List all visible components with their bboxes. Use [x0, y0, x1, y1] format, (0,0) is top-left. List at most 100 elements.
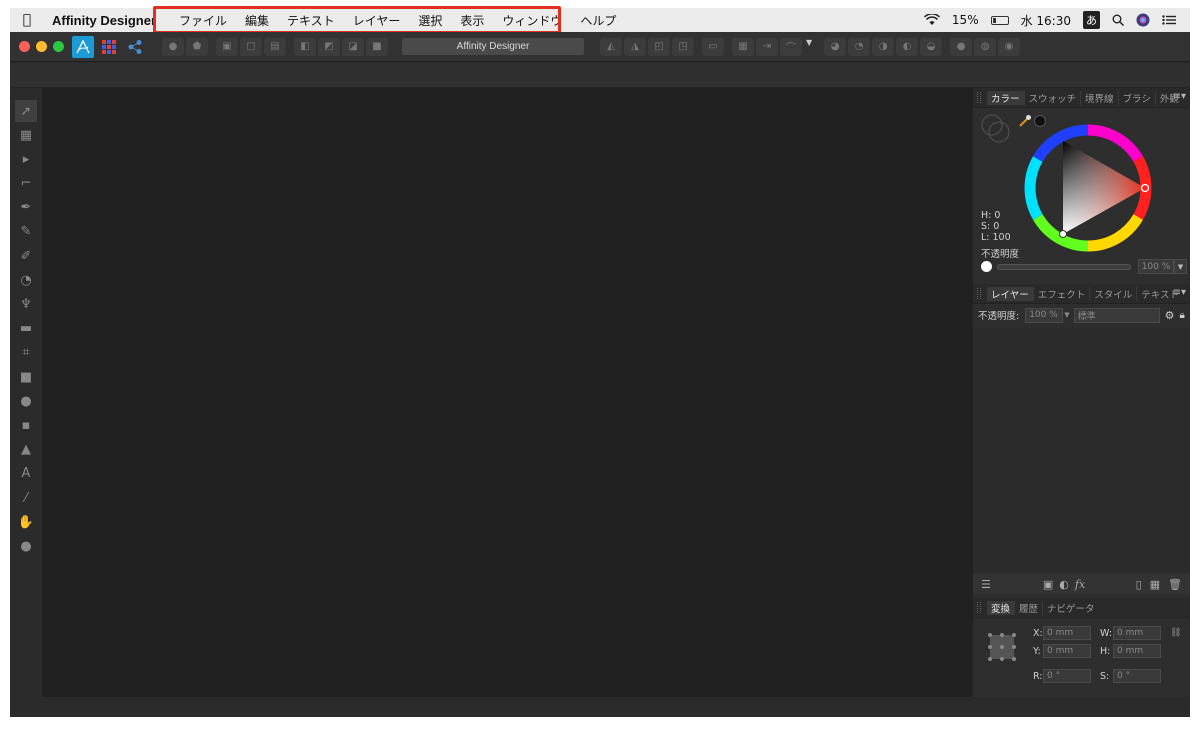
panel-grip-icon[interactable] — [977, 92, 981, 103]
close-window-button[interactable] — [19, 41, 30, 52]
zoom-window-button[interactable] — [53, 41, 64, 52]
menu-edit[interactable]: 編集 — [236, 12, 278, 29]
tab-layers[interactable]: レイヤー — [987, 286, 1034, 301]
tab-styles[interactable]: スタイル — [1090, 286, 1138, 301]
lock-icon[interactable]: 🔒︎ — [1179, 310, 1184, 321]
opacity-slider[interactable] — [997, 264, 1131, 270]
layer-opacity-dropdown-icon[interactable]: ▼ — [1064, 311, 1069, 319]
vector-brush-tool-icon[interactable]: ✐ — [15, 245, 37, 267]
fill-tool-icon[interactable]: ◔ — [15, 269, 37, 291]
delete-layer-icon[interactable]: 🗑︎ — [1168, 578, 1182, 591]
fill-stroke-icon[interactable] — [980, 113, 1012, 145]
designer-persona-icon[interactable] — [72, 35, 94, 58]
menu-view[interactable]: 表示 — [451, 12, 493, 29]
pixel-persona-icon[interactable] — [98, 36, 120, 58]
geometry-combine-icon[interactable]: ◉ — [998, 37, 1021, 56]
h-field[interactable]: 0 mm — [1113, 644, 1161, 658]
s-field[interactable]: 0 ° — [1113, 669, 1161, 683]
node-tool-icon[interactable]: ▸ — [15, 148, 37, 170]
divide-icon[interactable]: ◒ — [920, 37, 943, 56]
flip-vertical-icon[interactable]: ◮ — [624, 37, 646, 56]
battery-icon[interactable] — [990, 15, 1009, 25]
mask-icon[interactable]: ▣ — [1043, 578, 1053, 591]
panel-menu-icon[interactable]: ≡▾ — [1173, 287, 1186, 298]
siri-icon[interactable] — [1136, 13, 1150, 27]
menu-file[interactable]: ファイル — [170, 12, 236, 29]
tab-history[interactable]: 履歴 — [1015, 600, 1044, 615]
opacity-slider-knob[interactable] — [981, 261, 992, 272]
xor-icon[interactable]: ◐ — [896, 37, 919, 56]
menu-text[interactable]: テキスト — [278, 12, 344, 29]
panel-menu-icon[interactable]: ≡▾ — [1173, 91, 1186, 102]
input-method-icon[interactable]: あ — [1083, 11, 1100, 29]
align-icon[interactable]: ▤ — [264, 37, 286, 56]
front-icon[interactable]: ■ — [366, 37, 388, 56]
snapping-dropdown-icon[interactable]: ▼ — [806, 38, 812, 56]
view-tool-icon[interactable]: ✋ — [15, 511, 37, 533]
pen-tool-icon[interactable]: ✒ — [15, 197, 37, 219]
fx-icon[interactable]: fx — [1075, 578, 1085, 591]
snapping-icon[interactable]: ⌒ — [780, 37, 802, 56]
tab-color[interactable]: カラー — [987, 90, 1025, 105]
panel-grip-icon[interactable] — [977, 602, 981, 613]
w-field[interactable]: 0 mm — [1113, 626, 1161, 640]
vector-crop-tool-icon[interactable]: ⌗ — [15, 342, 37, 364]
color-wheel[interactable] — [1024, 124, 1152, 252]
adjustment-icon[interactable]: ◐ — [1059, 578, 1069, 591]
anchor-point-icon[interactable] — [987, 632, 1017, 662]
snap-icon[interactable]: ⇥ — [756, 37, 778, 56]
canvas-area[interactable] — [42, 88, 973, 697]
apple-icon[interactable]:  — [10, 12, 44, 28]
stock-icon[interactable]: ⬟ — [186, 37, 208, 56]
geometry-subtract-icon[interactable]: ◍ — [974, 37, 997, 56]
rounded-rectangle-tool-icon[interactable]: ▪ — [15, 414, 37, 436]
menu-window[interactable]: ウィンドウ — [493, 12, 571, 29]
ellipse-tool-icon[interactable]: ● — [15, 390, 37, 412]
group-icon[interactable]: ▣ — [216, 37, 238, 56]
pencil-tool-icon[interactable]: ✎ — [15, 221, 37, 243]
ungroup-icon[interactable]: ▢ — [240, 37, 262, 56]
menu-layer[interactable]: レイヤー — [344, 12, 410, 29]
x-field[interactable]: 0 mm — [1043, 626, 1091, 640]
help-icon[interactable]: ● — [162, 37, 184, 56]
menu-select[interactable]: 選択 — [409, 12, 451, 29]
menu-help[interactable]: ヘルプ — [571, 12, 625, 29]
add-icon[interactable]: ◕ — [824, 37, 847, 56]
search-icon[interactable] — [1112, 14, 1124, 26]
subtract-icon[interactable]: ◔ — [848, 37, 871, 56]
clock[interactable]: 水 16:30 — [1021, 12, 1071, 29]
layers-list[interactable] — [973, 328, 1190, 572]
tab-swatches[interactable]: スウォッチ — [1025, 90, 1082, 105]
artboard-tool-icon[interactable]: ▦ — [15, 124, 37, 146]
opacity-dropdown-icon[interactable]: ▼ — [1174, 259, 1187, 274]
layers-stack-icon[interactable]: ☰ — [981, 578, 991, 591]
tab-transform[interactable]: 変換 — [987, 600, 1016, 615]
group-layer-icon[interactable]: ▦ — [1150, 578, 1160, 591]
app-name-menu[interactable]: Affinity Designer — [44, 13, 156, 28]
tab-stroke[interactable]: 境界線 — [1081, 90, 1119, 105]
new-layer-icon[interactable]: ▯ — [1136, 578, 1142, 591]
minimize-window-button[interactable] — [36, 41, 47, 52]
rotate-right-icon[interactable]: ◳ — [672, 37, 694, 56]
r-field[interactable]: 0 ° — [1043, 669, 1091, 683]
panel-grip-icon[interactable] — [977, 288, 981, 299]
zoom-tool-icon[interactable]: ● — [15, 535, 37, 557]
insert-icon[interactable]: ▭ — [702, 37, 724, 56]
rectangle-tool-icon[interactable]: ■ — [15, 366, 37, 388]
text-tool-icon[interactable]: A — [15, 463, 37, 485]
color-picker-tool-icon[interactable]: ⁄ — [15, 487, 37, 509]
tab-navigator[interactable]: ナビゲータ — [1043, 601, 1099, 615]
place-image-tool-icon[interactable]: ▬ — [15, 318, 37, 340]
blend-mode-select[interactable]: 標準 — [1073, 307, 1160, 323]
rotate-left-icon[interactable]: ◰ — [648, 37, 670, 56]
export-persona-icon[interactable] — [124, 36, 146, 58]
move-tool-icon[interactable]: ➚ — [15, 100, 37, 122]
grid-icon[interactable]: ▦ — [732, 37, 754, 56]
geometry-add-icon[interactable]: ● — [950, 37, 973, 56]
layer-opacity-field[interactable]: 100 % — [1025, 307, 1064, 323]
triangle-tool-icon[interactable]: ▲ — [15, 439, 37, 461]
notification-center-icon[interactable] — [1162, 15, 1176, 25]
transparency-tool-icon[interactable]: ♆ — [15, 294, 37, 316]
corner-tool-icon[interactable]: ⌐ — [15, 173, 37, 195]
back-icon[interactable]: ◧ — [294, 37, 316, 56]
